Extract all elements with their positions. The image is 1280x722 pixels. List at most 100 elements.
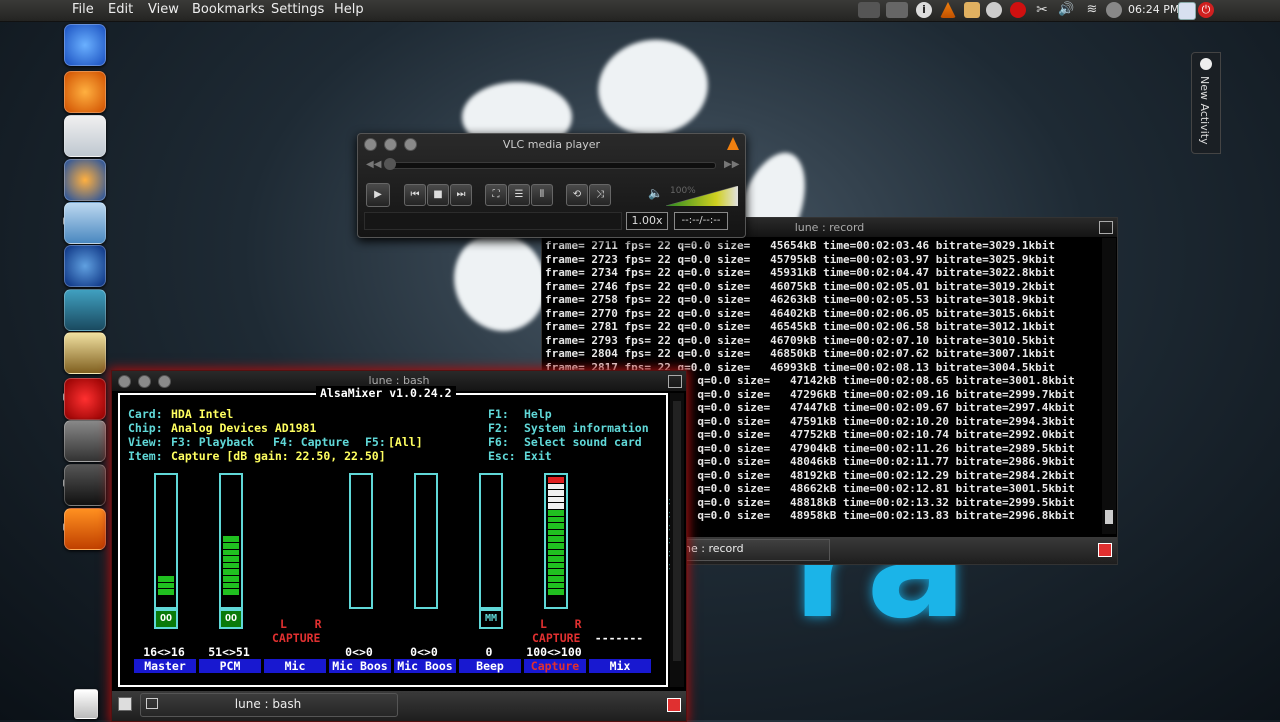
terminal-icon[interactable] xyxy=(118,697,132,711)
view-playback[interactable]: F3: Playback xyxy=(171,435,254,449)
view-all[interactable]: [All] xyxy=(388,435,423,449)
playback-speed[interactable]: 1.00x xyxy=(626,212,668,230)
mute-switch[interactable]: OO xyxy=(219,609,243,629)
loop-button[interactable]: ⟲ xyxy=(566,184,588,206)
volume-segment xyxy=(548,582,564,589)
status-bar xyxy=(364,212,622,230)
volume-segment xyxy=(223,589,239,595)
menu-settings[interactable]: Settings xyxy=(271,2,324,17)
kwrite-icon[interactable] xyxy=(64,115,106,157)
shuffle-button[interactable]: ⤨ xyxy=(589,184,611,206)
channel-label[interactable]: Beep xyxy=(459,659,521,673)
volume-segment xyxy=(223,569,239,575)
volume-icon[interactable]: 🔈 xyxy=(648,186,663,200)
fullscreen-button[interactable]: ⛶ xyxy=(485,184,507,206)
power-icon[interactable]: ⏻ xyxy=(1198,2,1214,18)
blender-icon[interactable] xyxy=(64,71,106,113)
menu-file[interactable]: File xyxy=(72,2,94,17)
alsamixer-panel: AlsaMixer v1.0.24.2 Card: HDA Intel Chip… xyxy=(118,386,676,687)
fast-forward-icon[interactable]: ▶▶ xyxy=(724,159,739,170)
clock[interactable]: 06:24 PM xyxy=(1128,3,1179,16)
vlc-cone-icon xyxy=(727,137,739,150)
playlist-button[interactable]: ☰ xyxy=(508,184,530,206)
volume-slider[interactable] xyxy=(666,186,738,206)
next-button[interactable]: ⏭ xyxy=(450,184,472,206)
menu-view[interactable]: View xyxy=(148,2,179,17)
firefox-icon[interactable] xyxy=(64,159,106,201)
volume-bar[interactable] xyxy=(414,473,438,609)
channel-label[interactable]: Capture xyxy=(524,659,586,673)
new-tab-icon[interactable] xyxy=(1098,543,1112,557)
volume-segment xyxy=(548,569,564,575)
volume-bar[interactable] xyxy=(544,473,568,609)
vlc-icon[interactable] xyxy=(940,2,956,18)
card-value: HDA Intel xyxy=(171,407,234,421)
channel-value: ------- xyxy=(594,631,644,645)
menu-bookmarks[interactable]: Bookmarks xyxy=(192,2,265,17)
menu-edit[interactable]: Edit xyxy=(108,2,133,17)
network-indicator-icon[interactable] xyxy=(886,2,908,18)
volume-segment xyxy=(548,510,564,516)
channel-label[interactable]: PCM xyxy=(199,659,261,673)
folder-icon[interactable] xyxy=(964,2,980,18)
volume-bar[interactable] xyxy=(219,473,243,609)
volume-bar[interactable] xyxy=(154,473,178,609)
mute-switch[interactable]: MM xyxy=(479,609,503,629)
maximize-icon[interactable] xyxy=(1099,221,1113,234)
maximize-icon[interactable] xyxy=(668,375,682,388)
volume-segment xyxy=(158,576,174,582)
network-indicator-icon[interactable] xyxy=(858,2,880,18)
scrollbar[interactable] xyxy=(670,393,684,687)
wifi-icon[interactable]: ≋ xyxy=(1084,2,1100,18)
time-display[interactable]: --:--/--:-- xyxy=(674,212,728,230)
opera-icon[interactable] xyxy=(64,378,106,420)
new-activity-label[interactable]: New Activity xyxy=(1198,76,1211,145)
view-label: View: xyxy=(128,435,163,449)
seek-bar[interactable] xyxy=(388,162,716,169)
notes-icon[interactable] xyxy=(64,332,106,374)
seek-handle[interactable] xyxy=(384,158,396,170)
view-capture[interactable]: F4: Capture xyxy=(273,435,349,449)
new-tab-icon[interactable] xyxy=(667,698,681,712)
rewind-icon[interactable]: ◀◀ xyxy=(366,159,381,170)
channel-label[interactable]: Mic Boos xyxy=(394,659,456,673)
view-all-key[interactable]: F5: xyxy=(365,435,386,449)
thunderbird-icon[interactable] xyxy=(64,245,106,287)
trash-icon[interactable] xyxy=(74,689,98,719)
kde-icon[interactable] xyxy=(64,420,106,462)
scrollbar[interactable] xyxy=(1102,238,1116,534)
volume-segment xyxy=(548,536,564,542)
mute-switch[interactable]: OO xyxy=(154,609,178,629)
monitor-icon[interactable] xyxy=(1178,2,1196,20)
menu-help[interactable]: Help xyxy=(334,2,364,17)
previous-button[interactable]: ⏮ xyxy=(404,184,426,206)
dolphin-icon[interactable] xyxy=(64,24,106,66)
scrollbar-thumb[interactable] xyxy=(1105,510,1113,524)
bash-tab-label[interactable]: lune : bash xyxy=(140,697,396,711)
kmail-icon[interactable] xyxy=(986,2,1002,18)
tv-icon[interactable] xyxy=(64,289,106,331)
vlc-icon[interactable] xyxy=(64,508,106,550)
extended-settings-button[interactable]: ⦀ xyxy=(531,184,553,206)
output-line: frame= 2770 fps= 22 q=0.0 size= 46402kB … xyxy=(545,306,1055,320)
konsole-icon[interactable] xyxy=(64,464,106,506)
volume-segment xyxy=(223,549,239,556)
opera-icon[interactable] xyxy=(1010,2,1026,18)
play-button[interactable]: ▶ xyxy=(366,183,390,207)
scrollbar-track[interactable] xyxy=(673,401,681,661)
lr-label: L R xyxy=(280,617,322,631)
volume-bar[interactable] xyxy=(349,473,373,609)
channel-label[interactable]: Master xyxy=(134,659,196,673)
record-tab-label[interactable]: ne : record xyxy=(684,542,744,555)
volume-bar[interactable] xyxy=(479,473,503,609)
scissors-icon[interactable]: ✂ xyxy=(1034,2,1050,18)
stop-button[interactable]: ■ xyxy=(427,184,449,206)
volume-icon[interactable]: 🔊 xyxy=(1058,2,1074,18)
channel-label[interactable]: Mic Boos xyxy=(329,659,391,673)
channel-label[interactable]: Mic xyxy=(264,659,326,673)
info-icon[interactable]: i xyxy=(916,2,932,18)
file-manager-icon[interactable] xyxy=(64,202,106,244)
channel-label[interactable]: Mix xyxy=(589,659,651,673)
monitor-icon[interactable] xyxy=(1106,2,1122,18)
help-text: Exit xyxy=(524,449,552,463)
